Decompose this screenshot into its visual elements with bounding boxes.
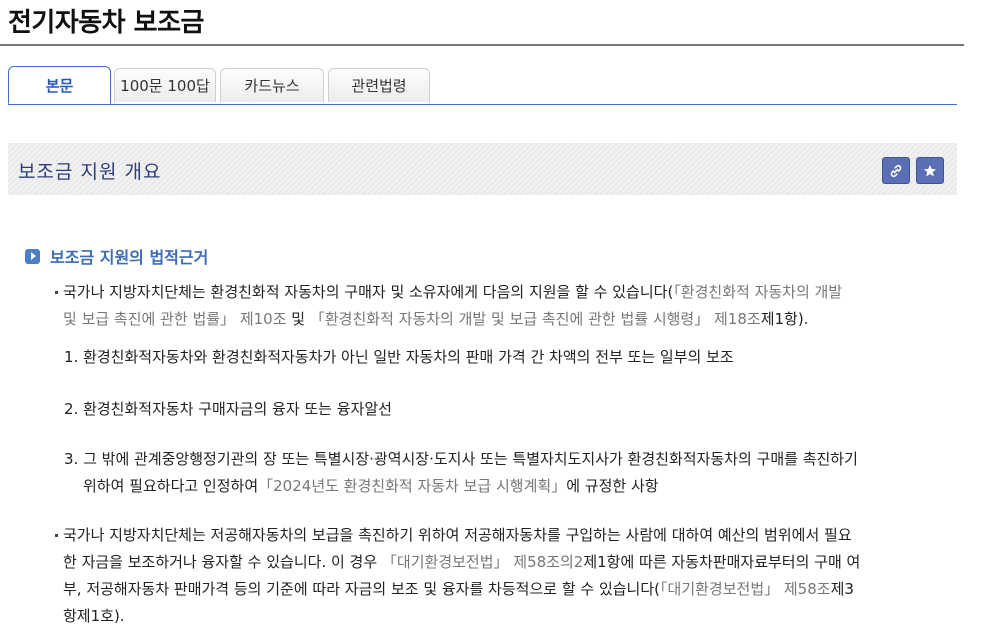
para2-text: 제3 xyxy=(830,580,854,598)
air-quality-act-link[interactable]: 「대기환경보전법」 제58조 xyxy=(660,580,831,598)
bullet-dot xyxy=(55,534,58,537)
list-item-3-text: 에 규정한 사항 xyxy=(566,477,659,495)
para2-text: 제1항에 따른 자동차판매자료부터의 구매 여 xyxy=(583,553,861,571)
list-item-3-line1: 3. 그 밖에 관계중앙행정기관의 장 또는 특별시장·광역시장·도지사 또는 … xyxy=(64,450,858,468)
tab-faq[interactable]: 100문 100답 xyxy=(114,68,216,102)
subsection-heading: 보조금 지원의 법적근거 xyxy=(25,244,208,268)
para1-text: 및 xyxy=(286,310,310,328)
section-header: 보조금 지원 개요 xyxy=(8,143,957,195)
star-icon xyxy=(924,164,936,176)
list-item-1: 1. 환경친화적자동차와 환경친화적자동차가 아닌 일반 자동차의 판매 가격 … xyxy=(64,348,734,366)
copy-link-button[interactable] xyxy=(882,157,910,184)
legal-basis-paragraph-2: 국가나 지방자치단체는 저공해자동차의 보급을 촉진하기 위하여 저공해자동차를… xyxy=(55,522,945,630)
para1-text: 제1항). xyxy=(760,310,809,328)
para2-line2: 한 자금을 보조하거나 융자할 수 있습니다. 이 경우 「대기환경보전법」 제… xyxy=(55,549,945,576)
bullet-dot xyxy=(55,291,58,294)
air-quality-act-link[interactable]: 「대기환경보전법」 제58조의2 xyxy=(382,553,583,571)
page-title: 전기자동차 보조금 xyxy=(8,8,204,38)
list-item-3-line2: 위하여 필요하다고 인정하여「2024년도 환경친화적 자동차 보급 시행계획」… xyxy=(64,473,954,500)
para2-line3: 부, 저공해자동차 판매가격 등의 기준에 따라 자금의 보조 및 융자를 차등… xyxy=(55,576,945,603)
bookmark-button[interactable] xyxy=(916,157,944,184)
para2-text: 한 자금을 보조하거나 융자할 수 있습니다. 이 경우 xyxy=(63,553,382,571)
para2-text: 부, 저공해자동차 판매가격 등의 기준에 따라 자금의 보조 및 융자를 차등… xyxy=(63,580,661,598)
decree-reference-link[interactable]: 「환경친화적 자동차의 개발 및 보급 촉진에 관한 법률 시행령」 제18조 xyxy=(310,310,761,328)
legal-basis-paragraph-1: 국가나 지방자치단체는 환경친화적 자동차의 구매자 및 소유자에게 다음의 지… xyxy=(55,279,945,333)
para2-line4: 항제1호). xyxy=(63,607,125,625)
section-title: 보조금 지원 개요 xyxy=(18,161,162,183)
list-item-3: 3. 그 밖에 관계중앙행정기관의 장 또는 특별시장·광역시장·도지사 또는 … xyxy=(64,446,954,500)
law-reference-link[interactable]: 「환경친화적 자동차의 개발 xyxy=(673,283,842,301)
tab-main[interactable]: 본문 xyxy=(8,66,111,104)
para1-text: 국가나 지방자치단체는 환경친화적 자동차의 구매자 및 소유자에게 다음의 지… xyxy=(63,283,674,301)
subsection-title: 보조금 지원의 법적근거 xyxy=(50,248,209,267)
plan-reference-link[interactable]: 「2024년도 환경친화적 자동차 보급 시행계획」 xyxy=(258,477,566,495)
para1-line1: 국가나 지방자치단체는 환경친화적 자동차의 구매자 및 소유자에게 다음의 지… xyxy=(55,279,945,306)
tab-related-laws[interactable]: 관련법령 xyxy=(328,68,430,102)
law-reference-link[interactable]: 및 보급 촉진에 관한 법률」 제10조 xyxy=(63,310,287,328)
tab-bar: 본문 100문 100답 카드뉴스 관련법령 xyxy=(8,66,957,105)
para2-line1: 국가나 지방자치단체는 저공해자동차의 보급을 촉진하기 위하여 저공해자동차를… xyxy=(63,526,852,544)
tab-underline xyxy=(8,104,957,105)
title-divider xyxy=(0,44,964,46)
tab-card-news[interactable]: 카드뉴스 xyxy=(220,68,324,102)
para1-line2: 및 보급 촉진에 관한 법률」 제10조 및 「환경친화적 자동차의 개발 및 … xyxy=(55,306,945,333)
play-bullet-icon xyxy=(25,248,40,264)
list-item-2: 2. 환경친화적자동차 구매자금의 융자 또는 융자알선 xyxy=(64,400,392,418)
link-icon xyxy=(890,164,902,177)
list-item-3-text: 위하여 필요하다고 인정하여 xyxy=(83,477,259,495)
